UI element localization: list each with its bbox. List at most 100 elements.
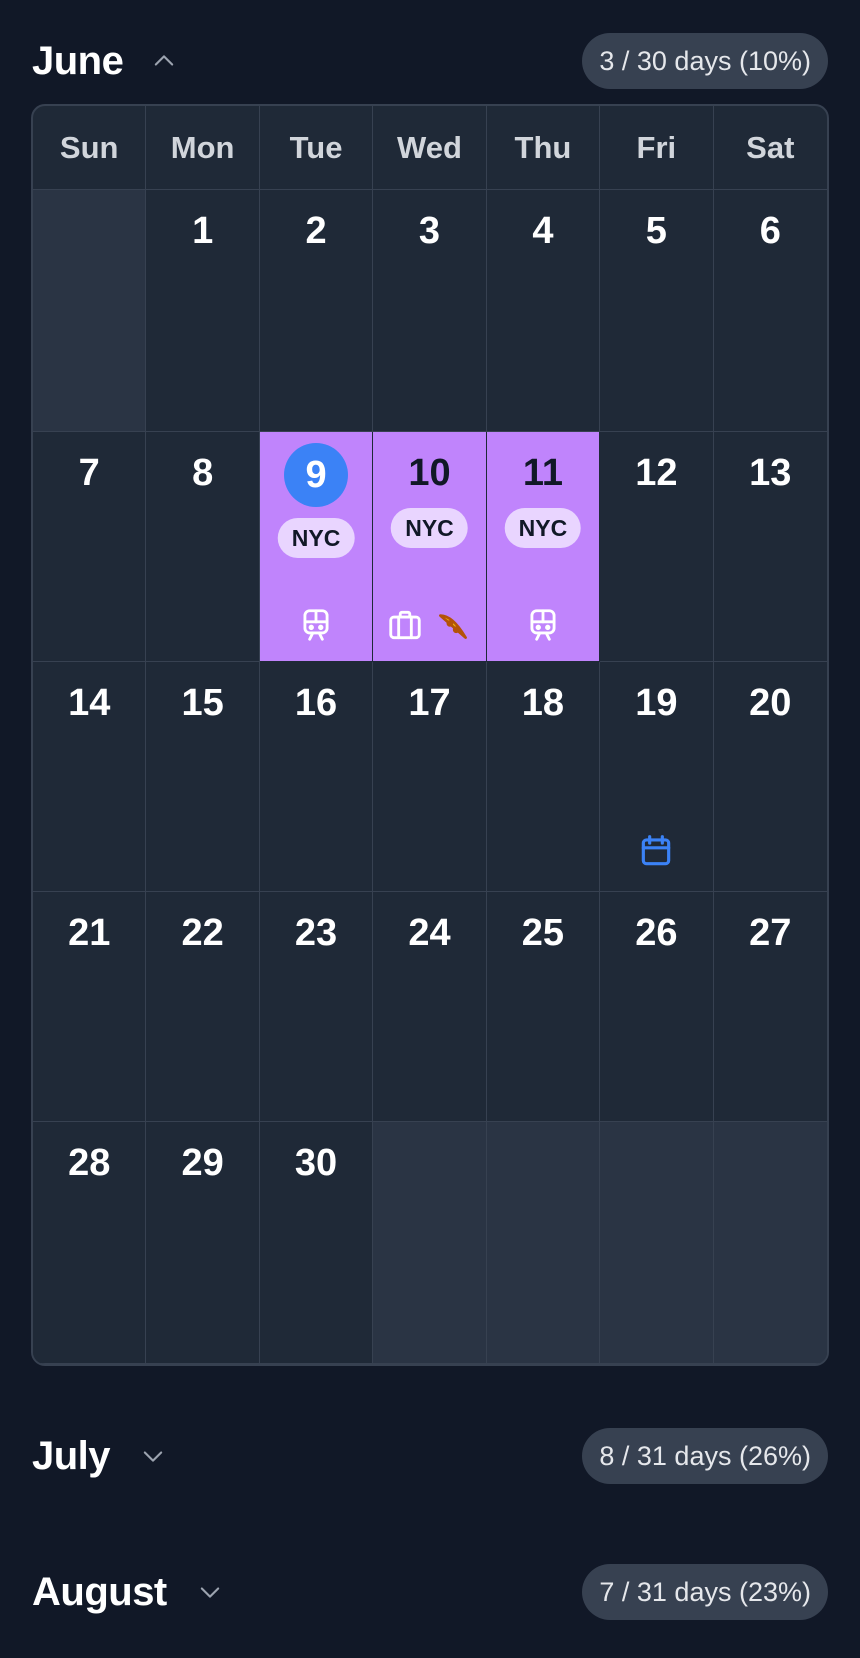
empty-day-cell [33, 190, 147, 432]
day-cell[interactable]: 27 [713, 892, 827, 1122]
calendar-grid: Sun Mon Tue Wed Thu Fri Sat 1 2 3 4 5 6 7 8 9 NYC 10 NYC 11… [33, 106, 827, 1364]
day-cell[interactable]: 15 [146, 662, 260, 892]
calendar-june: Sun Mon Tue Wed Thu Fri Sat 1 2 3 4 5 6 7 8 9 NYC 10 NYC 11… [31, 104, 829, 1366]
trip-location-tag[interactable]: NYC [504, 508, 582, 548]
day-number: 25 [521, 912, 565, 954]
weekday-header: Thu [486, 106, 601, 190]
weekday-header: Mon [146, 106, 260, 190]
day-activity-icons [260, 606, 372, 649]
chevron-down-icon[interactable] [138, 1441, 168, 1471]
day-cell[interactable]: 17 [373, 662, 487, 892]
empty-day-cell [373, 1122, 487, 1364]
day-number: 24 [408, 912, 451, 954]
day-number: 20 [749, 682, 792, 724]
day-number: 12 [635, 452, 678, 494]
day-cell[interactable]: 21 [33, 892, 147, 1122]
day-number: 13 [749, 452, 792, 494]
days-stat-badge: 8 / 31 days (26%) [582, 1428, 828, 1484]
day-cell[interactable]: 16 [259, 662, 374, 892]
day-cell[interactable]: 18 [486, 662, 601, 892]
day-cell[interactable]: 12 [600, 432, 714, 662]
day-number: 19 [635, 682, 678, 724]
months-view: June 3 / 30 days (10%) Sun Mon Tue Wed Thu Fr… [0, 0, 860, 1658]
month-header-july: July 8 / 31 days (26%) [32, 1428, 828, 1484]
day-cell[interactable]: 23 [259, 892, 374, 1122]
day-activity-icons [600, 832, 712, 875]
day-number: 29 [181, 1142, 224, 1184]
pizza-icon[interactable] [434, 606, 472, 649]
calendar-icon[interactable] [637, 832, 675, 875]
trip-location-tag[interactable]: NYC [277, 518, 355, 558]
day-number: 11 [522, 452, 563, 494]
day-activity-icons [373, 606, 485, 649]
day-cell[interactable]: 4 [486, 190, 601, 432]
day-number: 17 [408, 682, 451, 724]
day-number: 23 [294, 912, 338, 954]
weekday-header: Tue [259, 106, 374, 190]
day-number: 16 [294, 682, 338, 724]
chevron-up-icon[interactable] [149, 46, 179, 76]
day-number: 22 [181, 912, 224, 954]
day-cell[interactable]: 30 [259, 1122, 374, 1364]
day-cell[interactable]: 22 [146, 892, 260, 1122]
day-cell[interactable]: 3 [373, 190, 487, 432]
day-cell[interactable]: 6 [713, 190, 827, 432]
chevron-down-icon[interactable] [195, 1577, 225, 1607]
day-number: 30 [294, 1142, 338, 1184]
day-cell[interactable]: 2 [259, 190, 374, 432]
day-number: 8 [192, 452, 214, 494]
month-toggle-june[interactable]: June [32, 39, 179, 84]
weekday-header: Fri [600, 106, 714, 190]
day-number: 10 [408, 452, 451, 494]
month-name: July [32, 1433, 111, 1478]
day-number: 18 [521, 682, 565, 724]
day-number: 3 [418, 210, 441, 252]
empty-day-cell [713, 1122, 827, 1364]
day-number: 4 [532, 210, 554, 252]
weekday-header: Sat [713, 106, 827, 190]
month-header-august: August 7 / 31 days (23%) [32, 1564, 828, 1620]
train-icon[interactable] [297, 606, 335, 649]
day-cell[interactable]: 5 [600, 190, 714, 432]
day-number: 2 [305, 210, 327, 252]
day-cell[interactable]: 28 [33, 1122, 147, 1364]
day-number: 28 [68, 1142, 111, 1184]
day-cell[interactable]: 25 [486, 892, 601, 1122]
day-cell[interactable]: 1 [146, 190, 260, 432]
weekday-header: Wed [373, 106, 487, 190]
day-cell[interactable]: 19 [600, 662, 714, 892]
days-stat-badge: 3 / 30 days (10%) [582, 33, 828, 89]
day-cell[interactable]: 7 [33, 432, 147, 662]
days-stat-badge: 7 / 31 days (23%) [582, 1564, 828, 1620]
day-number: 14 [68, 682, 111, 724]
day-cell[interactable]: 26 [600, 892, 714, 1122]
day-cell[interactable]: 29 [146, 1122, 260, 1364]
luggage-icon[interactable] [386, 606, 424, 649]
month-header-june: June 3 / 30 days (10%) [32, 33, 828, 89]
month-toggle-july[interactable]: July [32, 1434, 168, 1479]
empty-day-cell [486, 1122, 601, 1364]
train-icon[interactable] [524, 606, 562, 649]
day-cell[interactable]: 11 NYC [486, 432, 601, 662]
day-number: 5 [645, 210, 667, 252]
day-cell[interactable]: 14 [33, 662, 147, 892]
day-number: 1 [192, 210, 214, 252]
day-activity-icons [487, 606, 599, 649]
day-cell[interactable]: 13 [713, 432, 827, 662]
weekday-header: Sun [33, 106, 147, 190]
month-toggle-august[interactable]: August [32, 1570, 225, 1615]
day-cell[interactable]: 20 [713, 662, 827, 892]
day-cell[interactable]: 9 NYC [259, 432, 374, 662]
day-number: 7 [78, 452, 100, 494]
day-cell[interactable]: 8 [146, 432, 260, 662]
trip-location-tag[interactable]: NYC [391, 508, 468, 548]
day-number: 21 [68, 912, 111, 954]
month-name: June [32, 38, 124, 83]
day-number: 15 [181, 682, 224, 724]
day-cell[interactable]: 10 NYC [373, 432, 487, 662]
day-cell[interactable]: 24 [373, 892, 487, 1122]
today-marker: 9 [284, 443, 349, 507]
day-number: 27 [749, 912, 792, 954]
empty-day-cell [600, 1122, 714, 1364]
month-name: August [32, 1569, 167, 1614]
